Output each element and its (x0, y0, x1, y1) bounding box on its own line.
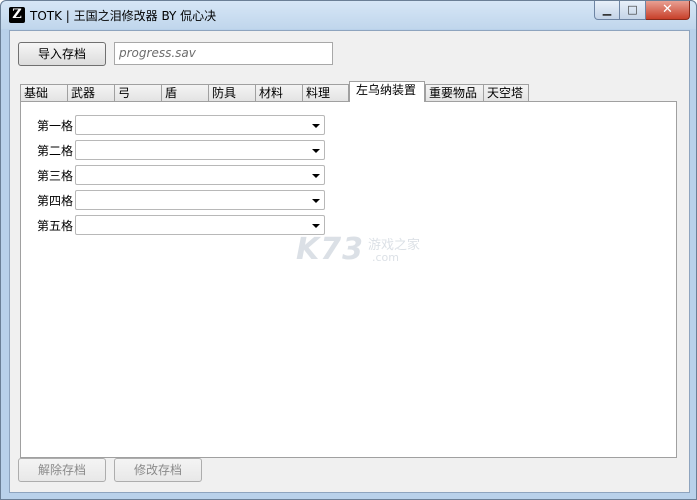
tab-skyview-towers[interactable]: 天空塔 (483, 84, 529, 102)
dropdown-arrow-icon[interactable] (312, 224, 320, 228)
watermark-logo: K73 游戏之家 .com (296, 232, 426, 272)
close-button[interactable]: ✕ (646, 1, 690, 20)
caption-buttons: ▁ □ ✕ (594, 1, 690, 21)
dropdown-arrow-icon[interactable] (312, 174, 320, 178)
tab-bows[interactable]: 弓 (114, 84, 162, 102)
tab-armor[interactable]: 防具 (208, 84, 256, 102)
save-file-path-field[interactable]: progress.sav (114, 42, 333, 65)
tab-materials[interactable]: 材料 (255, 84, 303, 102)
tab-basic[interactable]: 基础 (20, 84, 68, 102)
slot-5-dropdown[interactable] (75, 215, 325, 235)
dropdown-arrow-icon[interactable] (312, 199, 320, 203)
tab-weapons[interactable]: 武器 (67, 84, 115, 102)
slot-1-dropdown[interactable] (75, 115, 325, 135)
slot-label: 第五格 (37, 219, 74, 233)
slot-2-dropdown[interactable] (75, 140, 325, 160)
watermark-logo-text: K73 (296, 232, 364, 267)
window-title: TOTK | 王国之泪修改器 BY 侃心决 (30, 9, 217, 23)
slot-label: 第四格 (37, 194, 74, 208)
app-icon[interactable]: Z (9, 7, 25, 23)
tab-strip: 基础 武器 弓 盾 防具 材料 料理 左乌纳装置 重要物品 天空塔 (20, 81, 529, 102)
import-save-button[interactable]: 导入存档 (18, 42, 106, 66)
slot-4-dropdown[interactable] (75, 190, 325, 210)
tab-key-items[interactable]: 重要物品 (425, 84, 484, 102)
modify-save-button[interactable]: 修改存档 (114, 458, 202, 482)
dropdown-arrow-icon[interactable] (312, 149, 320, 153)
title-bar[interactable]: Z TOTK | 王国之泪修改器 BY 侃心决 ▁ □ ✕ (1, 1, 696, 29)
client-area: 导入存档 progress.sav 基础 武器 弓 盾 防具 材料 料理 左乌纳… (9, 30, 690, 493)
dropdown-arrow-icon[interactable] (312, 124, 320, 128)
slot-label: 第三格 (37, 169, 74, 183)
slot-label: 第二格 (37, 144, 74, 158)
tab-zonai-devices[interactable]: 左乌纳装置 (349, 81, 425, 102)
watermark-domain: .com (372, 251, 399, 264)
tab-cooking[interactable]: 料理 (302, 84, 349, 102)
slot-3-dropdown[interactable] (75, 165, 325, 185)
zonai-devices-panel: 第一格 第二格 第三格 第四格 第五格 K73 游戏之家 .com (20, 101, 677, 458)
minimize-button[interactable]: ▁ (594, 1, 620, 20)
slot-label: 第一格 (37, 119, 74, 133)
maximize-button[interactable]: □ (620, 1, 646, 20)
tab-shields[interactable]: 盾 (161, 84, 209, 102)
unpack-save-button[interactable]: 解除存档 (18, 458, 106, 482)
app-window: Z TOTK | 王国之泪修改器 BY 侃心决 ▁ □ ✕ 导入存档 progr… (0, 0, 697, 500)
